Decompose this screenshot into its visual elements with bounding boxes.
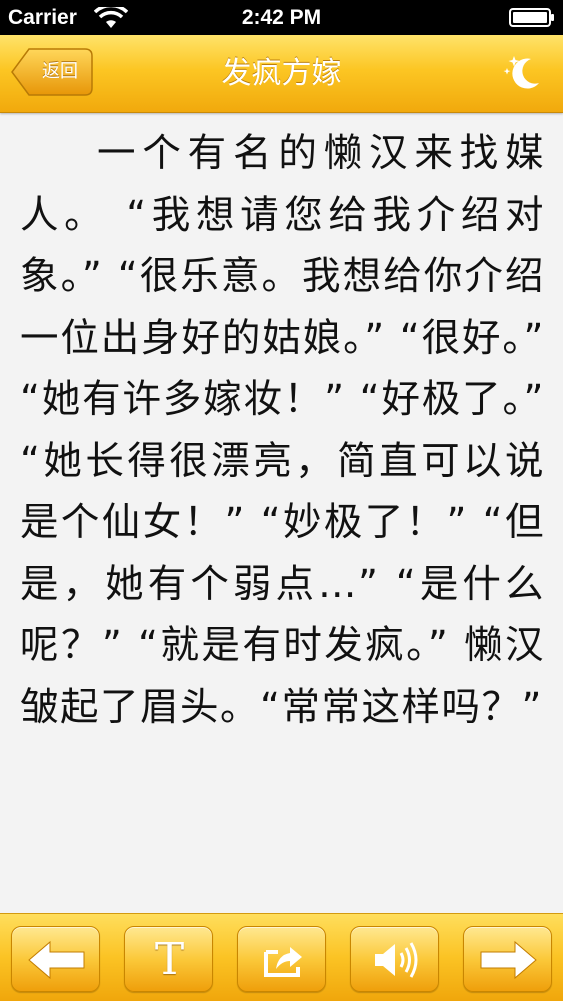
text-size-icon: T	[154, 934, 185, 985]
arrow-right-icon	[480, 940, 537, 980]
article-content[interactable]: 一个有名的懒汉来找媒人。 “我想请您给我介绍对象。” “很乐意。我想给你介绍一位…	[0, 113, 563, 913]
share-icon	[264, 947, 302, 977]
night-mode-icon[interactable]	[503, 53, 545, 93]
next-button[interactable]	[463, 926, 552, 992]
status-bar: Carrier 2:42 PM	[0, 0, 563, 35]
page-title: 发疯方嫁	[221, 56, 342, 91]
share-button[interactable]	[237, 926, 326, 992]
battery-icon	[509, 8, 555, 27]
clock: 2:42 PM	[241, 6, 322, 29]
back-button[interactable]: 返回	[11, 48, 93, 96]
audio-button[interactable]	[350, 926, 439, 992]
article-text: 一个有名的懒汉来找媒人。 “我想请您给我介绍对象。” “很乐意。我想给你介绍一位…	[20, 131, 545, 730]
bottom-toolbar: T	[0, 913, 563, 1001]
previous-button[interactable]	[11, 926, 100, 992]
arrow-left-icon	[28, 940, 85, 980]
speaker-icon	[375, 942, 418, 978]
back-button-label: 返回	[42, 61, 78, 82]
nav-bar: 返回 发疯方嫁	[0, 35, 563, 113]
font-size-button[interactable]: T	[124, 926, 213, 992]
